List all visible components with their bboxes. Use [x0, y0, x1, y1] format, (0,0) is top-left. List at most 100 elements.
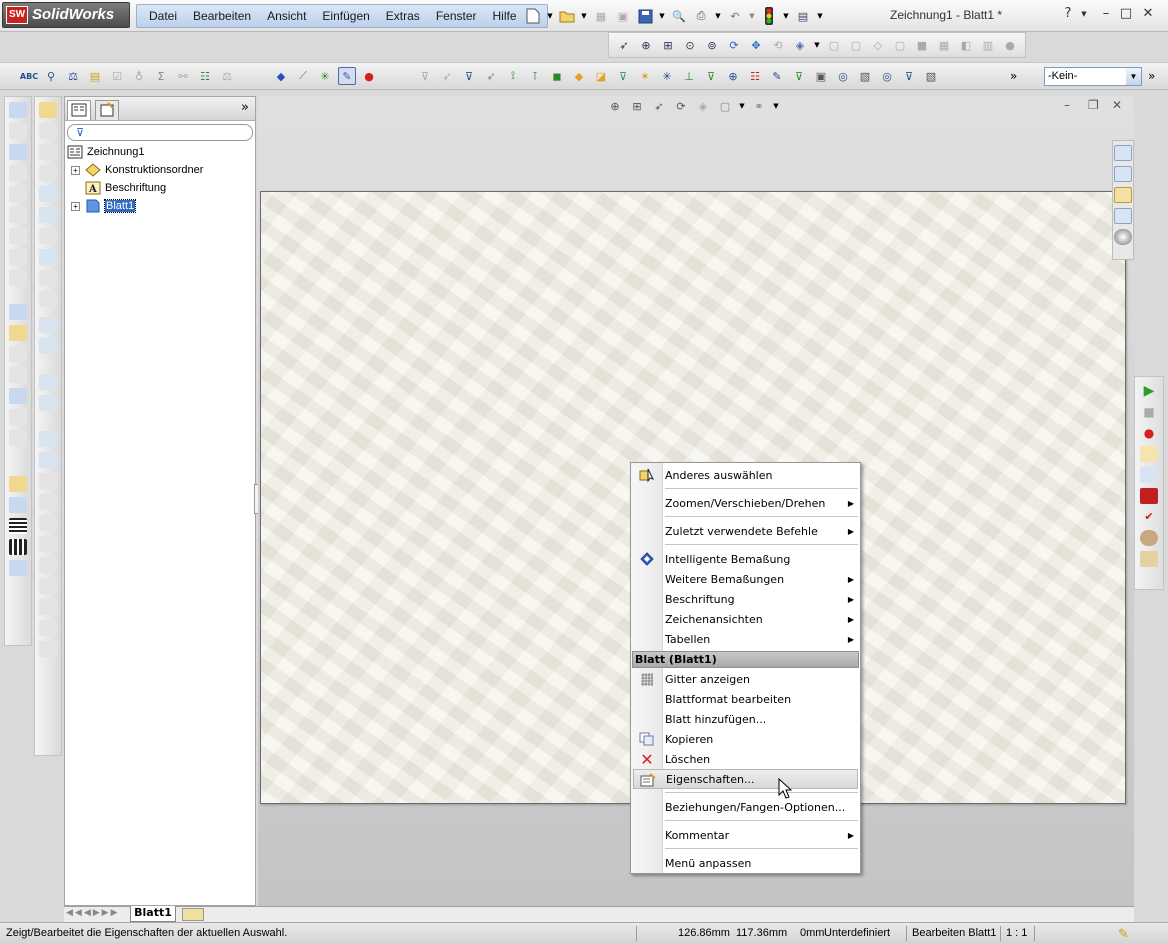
model-view-icon[interactable] — [9, 102, 27, 118]
print-preview-icon[interactable]: 🔍 — [670, 7, 688, 25]
options-dropdown-icon[interactable]: ▼ — [816, 7, 824, 25]
menu-item-loeschen[interactable]: ✕ Löschen — [631, 749, 860, 769]
file-explorer-icon[interactable] — [1114, 187, 1132, 203]
filter-surface-icon[interactable]: ⊽ — [614, 67, 632, 85]
filter-weld-icon[interactable]: ✶ — [636, 67, 654, 85]
hu-zoom-area-icon[interactable]: ⊞ — [628, 97, 646, 115]
menu-item-menue-anpassen[interactable]: Menü anpassen — [631, 853, 860, 873]
menu-item-zoomen[interactable]: Zoomen/Verschieben/Drehen ▶ — [631, 493, 860, 513]
record-macro-icon[interactable]: ● — [1140, 425, 1158, 441]
open-dropdown-icon[interactable]: ▼ — [580, 7, 588, 25]
tree-item-konstruktionsordner[interactable]: + Konstruktionsordner — [71, 161, 203, 179]
new-document-icon[interactable] — [524, 7, 542, 25]
filter-hole-icon[interactable]: ⊽ — [702, 67, 720, 85]
home-icon[interactable] — [1114, 145, 1132, 161]
chevron-down-icon[interactable]: ▼ — [1126, 68, 1141, 85]
zoom-to-selection-icon[interactable]: ⊚ — [703, 36, 721, 54]
balloon-icon[interactable]: ⚖ — [64, 67, 82, 85]
undo-dropdown-icon[interactable]: ▼ — [748, 7, 756, 25]
open-folder-icon[interactable] — [558, 7, 576, 25]
display-dropdown-icon[interactable]: ▼ — [813, 36, 821, 54]
mirror-icon[interactable] — [39, 452, 57, 468]
filter-weldbead-icon[interactable]: ⊽ — [900, 67, 918, 85]
spline-icon[interactable] — [39, 317, 57, 333]
tab-feature-tree[interactable] — [67, 100, 91, 120]
hu-display-dropdown-icon[interactable]: ▼ — [738, 97, 746, 115]
filter-datum-icon[interactable]: ✳ — [658, 67, 676, 85]
select-tool-icon[interactable]: ➶ — [615, 36, 633, 54]
filter-sheet-icon[interactable]: ◎ — [834, 67, 852, 85]
hu-hide-dropdown-icon[interactable]: ▼ — [772, 97, 780, 115]
record-icon[interactable]: ● — [360, 67, 378, 85]
macro-settings-icon[interactable] — [1140, 530, 1158, 546]
filter-sketch-icon[interactable]: ⊺ — [526, 67, 544, 85]
chamfer-dim-icon[interactable] — [39, 207, 57, 223]
hu-hide-show-icon[interactable]: ⚭ — [750, 97, 768, 115]
menu-item-eigenschaften[interactable]: Eigenschaften... — [633, 769, 858, 789]
options-icon[interactable]: ▤ — [794, 7, 812, 25]
sketch-toggle-icon[interactable]: ✎ — [338, 67, 356, 85]
display-style-icon[interactable]: ◈ — [791, 36, 809, 54]
hu-zoom-fit-icon[interactable]: ⊕ — [606, 97, 624, 115]
appearances-icon[interactable] — [1114, 229, 1132, 245]
rebuild-dropdown-icon[interactable]: ▼ — [782, 7, 790, 25]
stop-record-icon[interactable] — [1140, 488, 1158, 504]
smart-dimension-toolbar-icon[interactable]: ◆ — [272, 67, 290, 85]
menu-item-kopieren[interactable]: Kopieren — [631, 729, 860, 749]
ordinate-dim-icon[interactable] — [39, 186, 57, 202]
save-icon[interactable] — [636, 7, 654, 25]
sheet-tab-blatt1[interactable]: Blatt1 — [130, 906, 176, 922]
new-dropdown-icon[interactable]: ▼ — [546, 7, 554, 25]
toolbar-overflow-right-icon[interactable]: » — [1148, 69, 1155, 83]
menu-extras[interactable]: Extras — [378, 9, 428, 23]
smart-dimension-left-icon[interactable] — [39, 102, 57, 118]
graphics-restore-button[interactable]: ❐ — [1088, 98, 1099, 112]
filter-views-icon[interactable]: ▣ — [812, 67, 830, 85]
help-dropdown-icon[interactable]: ▼ — [1076, 6, 1092, 22]
expand-icon[interactable]: + — [71, 201, 80, 211]
trim-icon[interactable] — [39, 395, 57, 411]
filter-gtol-icon[interactable]: ◪ — [592, 67, 610, 85]
zoom-to-area-icon[interactable]: ⊞ — [659, 36, 677, 54]
format-painter-icon[interactable]: ⚲ — [42, 67, 60, 85]
menu-item-zuletzt[interactable]: Zuletzt verwendete Befehle ▶ — [631, 521, 860, 541]
menu-ansicht[interactable]: Ansicht — [259, 9, 314, 23]
menu-item-anderes-auswaehlen[interactable]: Anderes auswählen — [631, 465, 860, 485]
filter-cosmetic-icon[interactable]: ⊽ — [790, 67, 808, 85]
general-table-icon[interactable] — [9, 388, 27, 404]
help-button[interactable]: ? — [1060, 6, 1076, 22]
close-button[interactable]: ✕ — [1140, 6, 1156, 22]
layer-properties-icon[interactable] — [9, 476, 27, 492]
layer-combo[interactable]: -Kein- ▼ — [1044, 67, 1142, 86]
line-icon[interactable]: ⟋ — [294, 67, 312, 85]
menu-item-blattformat-bearbeiten[interactable]: Blattformat bearbeiten — [631, 689, 860, 709]
library-icon[interactable] — [1114, 166, 1132, 182]
menu-item-kommentar[interactable]: Kommentar ▶ — [631, 825, 860, 845]
menu-item-beziehungen[interactable]: Beziehungen/Fangen-Optionen... — [631, 797, 860, 817]
zoom-in-out-icon[interactable]: ⊙ — [681, 36, 699, 54]
graphics-minimize-button[interactable]: – — [1064, 98, 1070, 112]
bom-icon[interactable] — [9, 325, 27, 341]
table-icon[interactable] — [9, 304, 27, 320]
path-length-icon[interactable] — [39, 249, 57, 265]
note-icon[interactable]: ▤ — [86, 67, 104, 85]
line-style-icon[interactable] — [9, 539, 27, 555]
zoom-to-fit-icon[interactable]: ⊕ — [637, 36, 655, 54]
standard-3-view-icon[interactable] — [9, 144, 27, 160]
menu-item-tabellen[interactable]: Tabellen ▶ — [631, 629, 860, 649]
add-sheet-icon[interactable] — [182, 908, 204, 921]
menu-item-weitere-bemassungen[interactable]: Weitere Bemaßungen ▶ — [631, 569, 860, 589]
tree-item-blatt1[interactable]: + Blatt1 — [71, 197, 137, 215]
filter-notes-icon[interactable]: ◆ — [570, 67, 588, 85]
filter-all-icon[interactable]: ▧ — [922, 67, 940, 85]
menu-bearbeiten[interactable]: Bearbeiten — [185, 9, 259, 23]
hide-show-edges-icon[interactable] — [9, 560, 27, 576]
panel-expand-icon[interactable]: » — [241, 100, 249, 115]
rotate-icon[interactable]: ⟳ — [725, 36, 743, 54]
offset-icon[interactable] — [39, 338, 57, 354]
save-dropdown-icon[interactable]: ▼ — [658, 7, 666, 25]
toolbar-overflow-icon[interactable]: » — [1010, 69, 1017, 83]
filter-center-icon[interactable]: ⊕ — [724, 67, 742, 85]
menu-item-blatt-hinzufuegen[interactable]: Blatt hinzufügen... — [631, 709, 860, 729]
sheet-nav-arrows-icon[interactable]: ◀◀◀▶▶▶ — [66, 908, 120, 918]
